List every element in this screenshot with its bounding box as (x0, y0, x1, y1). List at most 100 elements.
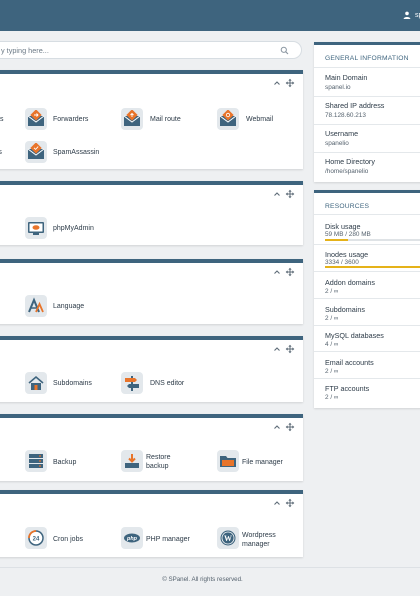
top-bar (0, 0, 420, 31)
home-directory-value: /home/spanelio (325, 168, 369, 175)
phpmyadmin-icon[interactable] (25, 217, 47, 239)
mysql-databases-label: MySQL databases (325, 331, 384, 340)
divider (314, 298, 420, 299)
files-panel: Backup Restore backup File manager (0, 414, 303, 481)
databases-panel: phpMyAdmin (0, 181, 303, 245)
general-information-panel: GENERAL INFORMATION Main Domain spanel.i… (314, 42, 420, 182)
tile-label-forwarders[interactable]: Forwarders (53, 115, 88, 124)
tile-label-subdomains[interactable]: Subdomains (53, 379, 92, 388)
shared-ip-label: Shared IP address (325, 101, 385, 110)
restore-backup-icon[interactable] (121, 450, 143, 472)
collapse-chevron-icon[interactable] (272, 498, 282, 508)
email-accounts-value: 2 / ∞ (325, 368, 339, 375)
collapse-chevron-icon[interactable] (272, 422, 282, 432)
tile-label-dns-editor[interactable]: DNS editor (150, 379, 184, 388)
backup-icon[interactable] (25, 450, 47, 472)
footer-divider (0, 567, 420, 568)
search-icon[interactable] (280, 46, 289, 55)
drag-handle-icon[interactable] (285, 422, 295, 432)
wordpress-icon[interactable]: W (217, 527, 239, 549)
tile-label-backup[interactable]: Backup (53, 458, 76, 467)
addon-domains-label: Addon domains (325, 278, 375, 287)
disk-usage-label: Disk usage (325, 222, 361, 231)
divider (314, 152, 420, 153)
disk-usage-bar (325, 239, 420, 241)
disk-usage-bar-fill (325, 239, 348, 241)
drag-handle-icon[interactable] (285, 78, 295, 88)
clipped-tile-label[interactable]: s (0, 115, 4, 124)
username-value: spanelio (325, 140, 349, 147)
forwarders-icon[interactable] (25, 108, 47, 130)
user-name[interactable]: sp (415, 11, 420, 20)
inodes-usage-bar (325, 266, 420, 268)
addon-domains-value: 2 / ∞ (325, 288, 339, 295)
svg-text:W: W (224, 534, 232, 543)
divider (314, 124, 420, 125)
dns-editor-icon[interactable] (121, 372, 143, 394)
user-icon[interactable] (403, 11, 411, 19)
resources-panel: RESOURCES Disk usage 59 MB / 280 MB Inod… (314, 190, 420, 408)
drag-handle-icon[interactable] (285, 189, 295, 199)
divider (314, 96, 420, 97)
collapse-chevron-icon[interactable] (272, 189, 282, 199)
divider (314, 244, 420, 245)
divider (314, 325, 420, 326)
tile-label-spamassassin[interactable]: SpamAssassin (53, 148, 99, 157)
drag-handle-icon[interactable] (285, 267, 295, 277)
email-panel: s rs Forwarders Mail route Webmail SpamA… (0, 70, 303, 169)
preferences-panel: Language (0, 259, 303, 324)
footer-copyright: © SPanel. All rights reserved. (162, 576, 243, 583)
tile-label-wordpress-manager[interactable]: Wordpress (242, 531, 276, 540)
tile-label-restore-backup-line2[interactable]: backup (146, 462, 169, 471)
ftp-accounts-value: 2 / ∞ (325, 394, 339, 401)
ftp-accounts-label: FTP accounts (325, 384, 370, 393)
mysql-databases-value: 4 / ∞ (325, 341, 339, 348)
language-icon[interactable] (25, 295, 47, 317)
tile-label-php-manager[interactable]: PHP manager (146, 535, 190, 544)
tile-label-webmail[interactable]: Webmail (246, 115, 273, 124)
search-placeholder: y typing here... (1, 46, 49, 55)
file-manager-icon[interactable] (217, 450, 239, 472)
cron-jobs-icon[interactable]: 24 (25, 527, 47, 549)
general-information-title: GENERAL INFORMATION (325, 55, 409, 62)
clipped-tile-label[interactable]: rs (0, 148, 2, 157)
svg-text:php: php (126, 536, 138, 542)
drag-handle-icon[interactable] (285, 498, 295, 508)
webmail-icon[interactable] (217, 108, 239, 130)
subdomains-count-label: Subdomains (325, 305, 365, 314)
domains-panel: Subdomains DNS editor (0, 336, 303, 402)
tile-label-cron-jobs[interactable]: Cron jobs (53, 535, 83, 544)
collapse-chevron-icon[interactable] (272, 344, 282, 354)
divider (314, 271, 420, 272)
home-directory-label: Home Directory (325, 157, 375, 166)
subdomains-count-value: 2 / ∞ (325, 315, 339, 322)
search-input[interactable]: y typing here... (0, 41, 302, 59)
svg-text:24: 24 (33, 537, 40, 543)
tile-label-language[interactable]: Language (53, 302, 84, 311)
advanced-panel: 24 Cron jobs php PHP manager W Wordpress… (0, 490, 303, 557)
tile-label-file-manager[interactable]: File manager (242, 458, 283, 467)
main-domain-label: Main Domain (325, 73, 368, 82)
divider (314, 378, 420, 379)
divider (314, 214, 420, 215)
inodes-usage-label: Inodes usage (325, 250, 369, 259)
tile-label-restore-backup[interactable]: Restore (146, 453, 171, 462)
divider (314, 351, 420, 352)
collapse-chevron-icon[interactable] (272, 267, 282, 277)
tile-label-wordpress-manager-line2[interactable]: manager (242, 540, 270, 549)
subdomains-icon[interactable] (25, 372, 47, 394)
divider (314, 67, 420, 68)
username-label: Username (325, 129, 359, 138)
tile-label-phpmyadmin[interactable]: phpMyAdmin (53, 224, 94, 233)
inodes-usage-bar-fill (325, 266, 420, 268)
tile-label-mail-route[interactable]: Mail route (150, 115, 181, 124)
email-accounts-label: Email accounts (325, 358, 374, 367)
collapse-chevron-icon[interactable] (272, 78, 282, 88)
main-domain-value: spanel.io (325, 84, 351, 91)
resources-title: RESOURCES (325, 203, 370, 210)
drag-handle-icon[interactable] (285, 344, 295, 354)
mail-route-icon[interactable] (121, 108, 143, 130)
shared-ip-value: 78.128.60.213 (325, 112, 366, 119)
spamassassin-icon[interactable] (25, 141, 47, 163)
php-manager-icon[interactable]: php (121, 527, 143, 549)
